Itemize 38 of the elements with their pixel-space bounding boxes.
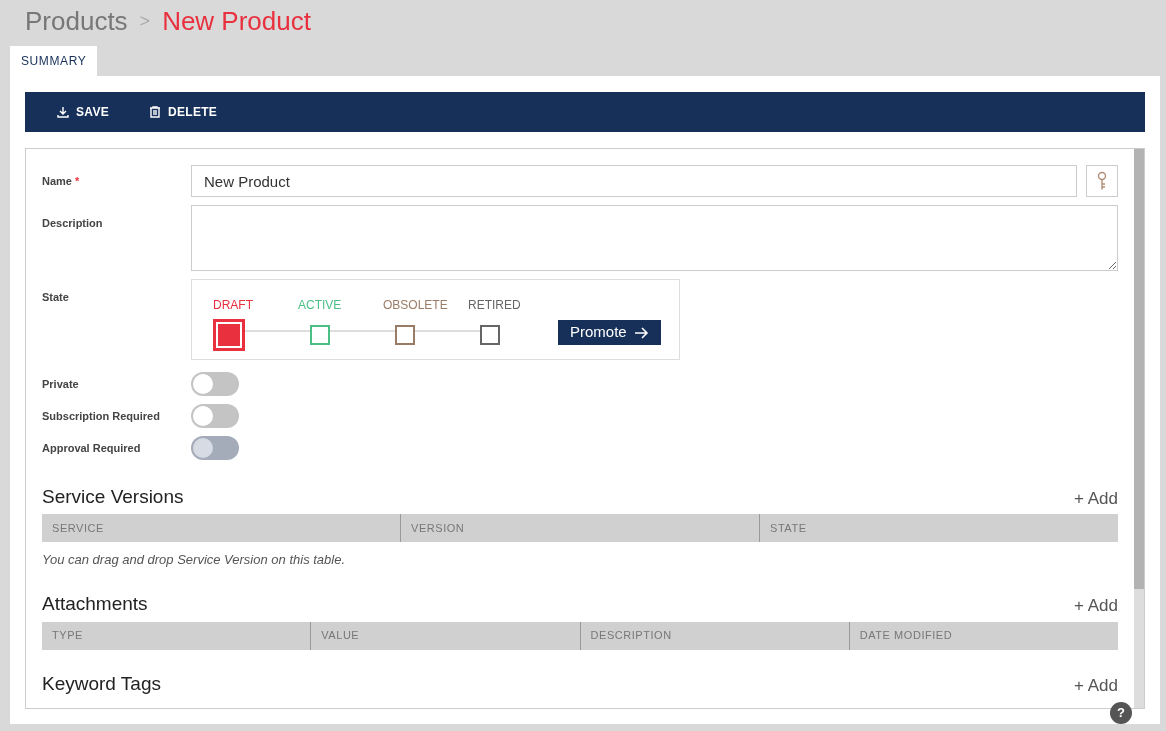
field-label: Subscription Required [42,409,160,422]
state-marker[interactable] [395,325,415,345]
field-label: State [42,291,69,303]
arrow-right-icon [634,326,649,339]
state-label: OBSOLETE [383,297,448,314]
scrollbar[interactable] [1134,149,1144,708]
page-title: New Product [162,4,311,38]
promote-button[interactable]: Promote [558,320,661,345]
add-link[interactable]: + Add [1074,673,1118,699]
field-label: Approval Required [42,441,141,454]
tab[interactable]: SUMMARY [10,46,98,76]
key-icon [1097,171,1107,191]
section-title: Keyword Tags [42,672,161,696]
toolbar-button[interactable]: DELETE [149,103,218,121]
add-link[interactable]: + Add [1074,485,1118,511]
state-marker[interactable] [213,319,245,351]
required-mark: * [75,174,80,187]
breadcrumb-separator: > [139,9,151,33]
state-marker[interactable] [310,325,330,345]
download-icon [57,106,69,118]
section-title: Attachments [42,592,148,616]
state-label: DRAFT [213,297,253,314]
toggle-switch[interactable] [191,372,239,396]
description-field[interactable] [191,205,1118,271]
trash-icon [149,106,161,118]
section-title: Service Versions [42,484,184,509]
toolbar-button[interactable]: SAVE [57,103,109,121]
state-label: ACTIVE [298,297,342,314]
field-label: Description [42,217,103,229]
state-marker[interactable] [480,325,500,345]
table-hint: You can drag and drop Service Version on this table. [42,551,347,569]
field-label: Private [42,377,79,390]
name-field[interactable]: New Product [191,165,1077,197]
key-button[interactable] [1086,165,1118,197]
add-link[interactable]: + Add [1074,593,1118,619]
field-label: Name [42,174,72,187]
state-label: RETIRED [468,297,521,314]
toggle-switch[interactable] [191,404,239,428]
